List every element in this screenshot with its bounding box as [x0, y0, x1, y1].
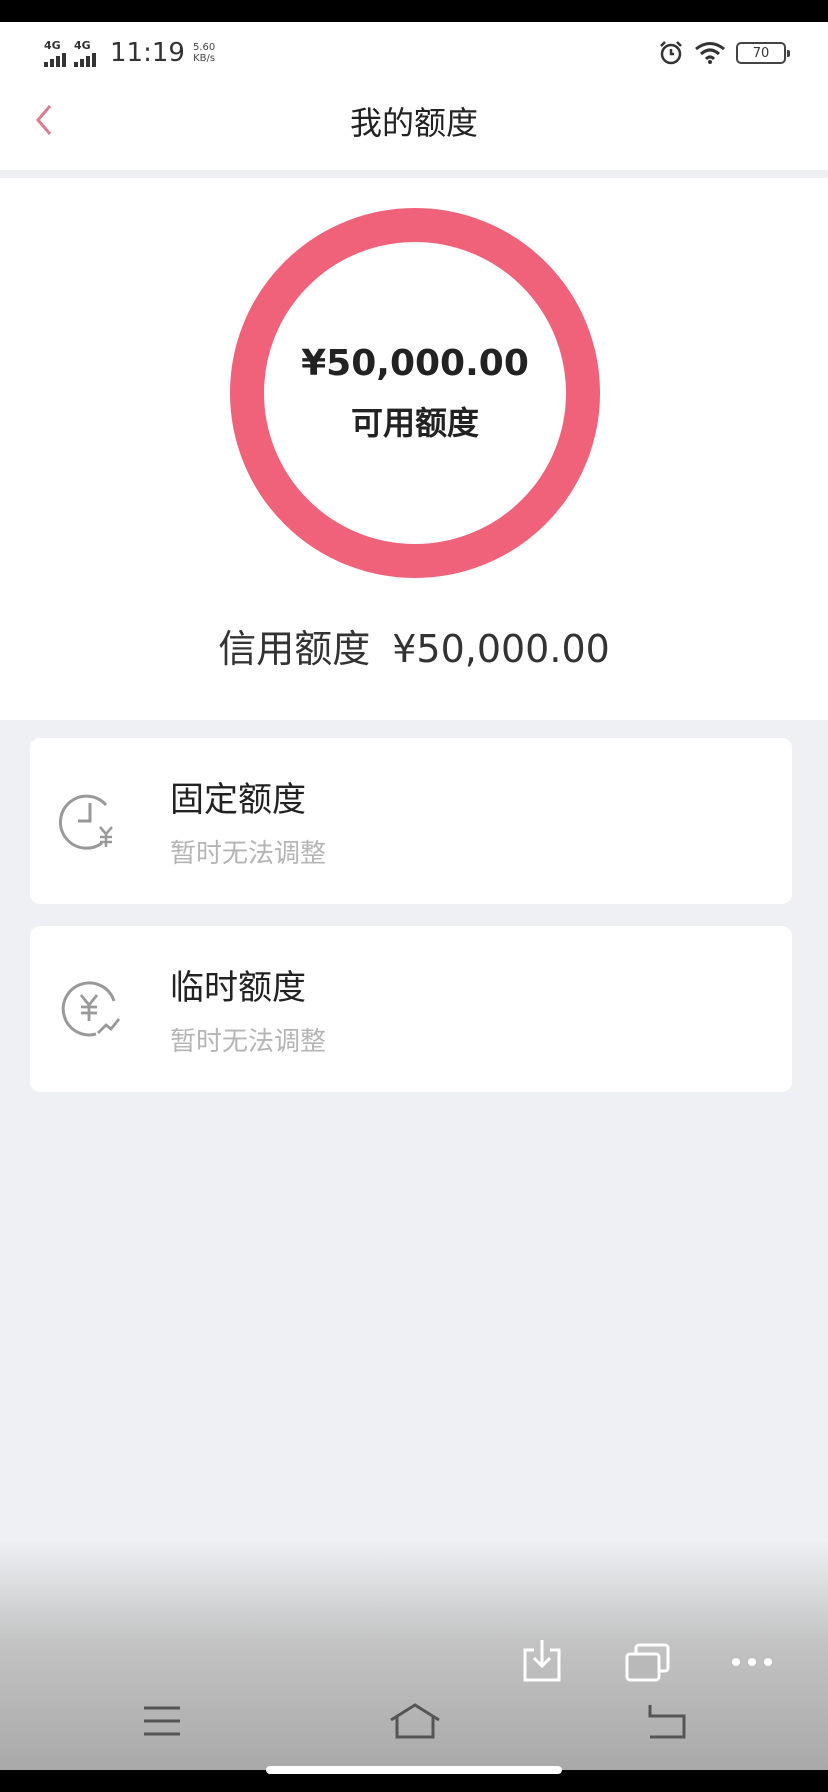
network-type-1: 4G: [44, 38, 61, 52]
status-bar: 4G 4G 11:19 5.60 KB/s 70: [0, 22, 828, 84]
home-icon[interactable]: [388, 1702, 442, 1740]
top-black-bar: [0, 0, 828, 22]
temporary-quota-card[interactable]: 临时额度 暂时无法调整: [30, 926, 792, 1092]
windows-icon[interactable]: [624, 1642, 672, 1684]
signal-1: 4G: [44, 40, 66, 67]
menu-icon[interactable]: [142, 1704, 182, 1738]
card-subtitle: 暂时无法调整: [170, 839, 327, 869]
yen-trend-icon: [61, 981, 121, 1037]
credit-line: 信用额度 ¥50,000.00: [0, 618, 828, 673]
signal-bars-icon: [74, 52, 96, 67]
more-icon[interactable]: [730, 1654, 774, 1670]
page-title: 我的额度: [349, 104, 478, 142]
speed-value: 5.60: [192, 42, 216, 53]
fixed-quota-card[interactable]: 固定额度 暂时无法调整: [30, 738, 792, 904]
card-subtitle: 暂时无法调整: [170, 1027, 327, 1057]
network-speed: 5.60 KB/s: [193, 42, 215, 64]
quota-summary: ¥50,000.00 可用额度 信用额度 ¥50,000.00: [0, 178, 828, 720]
wifi-icon: [695, 42, 725, 64]
temporary-quota-texts: 临时额度 暂时无法调整: [170, 960, 326, 1058]
status-icons: 70: [658, 40, 790, 66]
home-indicator[interactable]: [266, 1766, 562, 1774]
chevron-left-icon[interactable]: [30, 100, 60, 140]
available-quota-ring: ¥50,000.00 可用额度: [230, 208, 600, 578]
network-type-2: 4G: [74, 38, 91, 52]
credit-amount: ¥50,000.00: [392, 627, 610, 671]
credit-label: 信用额度: [218, 627, 371, 671]
battery-icon: 70: [736, 42, 790, 64]
available-label: 可用额度: [350, 403, 479, 442]
status-time: 11:19: [110, 38, 185, 68]
download-icon[interactable]: [522, 1636, 562, 1684]
alarm-icon: [660, 41, 682, 65]
card-title: 临时额度: [170, 968, 306, 1008]
card-title: 固定额度: [170, 780, 306, 820]
battery-level: 70: [752, 45, 770, 61]
back-icon[interactable]: [644, 1702, 688, 1740]
clock-yen-icon: [58, 794, 113, 850]
signal-2: 4G: [74, 40, 96, 67]
page-header: 我的额度: [0, 84, 828, 170]
available-amount: ¥50,000.00: [301, 342, 529, 384]
fixed-quota-texts: 固定额度 暂时无法调整: [170, 772, 326, 870]
speed-unit: KB/s: [193, 53, 216, 64]
signal-bars-icon: [44, 52, 66, 67]
